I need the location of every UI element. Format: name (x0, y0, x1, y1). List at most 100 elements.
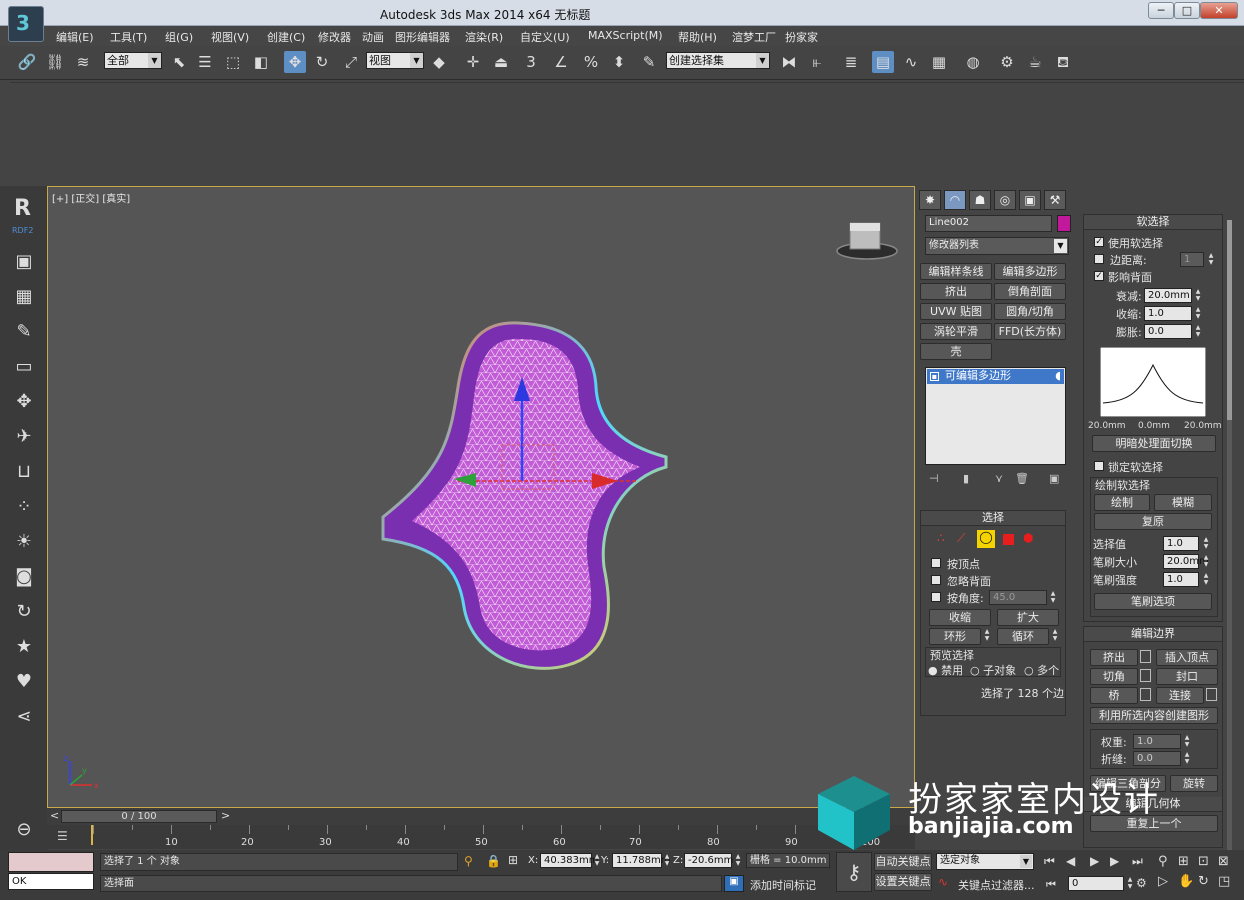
select-object-icon[interactable]: ⬉ (168, 51, 190, 73)
layer-manager-icon[interactable]: ≣ (840, 51, 862, 73)
pivot-icon[interactable]: ◆ (428, 51, 450, 73)
edit-named-selection-icon[interactable]: ✎ (638, 51, 660, 73)
connect-settings-icon[interactable] (1206, 688, 1217, 701)
tab-hierarchy[interactable]: ☗ (969, 190, 991, 210)
maxscript-listener-output[interactable]: OK (8, 873, 94, 890)
bridge-settings-icon[interactable] (1140, 688, 1151, 701)
plane-icon[interactable]: ✈ (12, 425, 36, 449)
extrude-button[interactable]: 挤出 (1090, 649, 1138, 666)
mini-curve-editor-icon[interactable]: ☰ (57, 829, 77, 843)
y-coordinate-field[interactable]: 11.788mm (612, 853, 670, 868)
modifier-shell-button[interactable]: 壳 (920, 343, 992, 360)
angle-snap-icon[interactable]: ∠ (550, 51, 572, 73)
affect-backfacing-checkbox[interactable]: ✓ (1094, 271, 1104, 281)
time-tag-icon[interactable]: ▣ (724, 875, 744, 892)
preview-multi-radio[interactable]: ○ 多个 (1024, 662, 1059, 678)
brush-options-button[interactable]: 笔刷选项 (1094, 593, 1212, 610)
zoom-extents-all-icon[interactable]: ⊠ (1218, 854, 1229, 869)
angle-field[interactable]: 45.0 (989, 590, 1047, 605)
current-frame-field[interactable]: 0 (1068, 876, 1124, 891)
stack-item-editable-poly[interactable]: ▪ 可编辑多边形 ◖ (927, 369, 1064, 384)
menu-help[interactable]: 帮助(H) (678, 29, 717, 45)
previous-frame-icon[interactable]: ◀ (1066, 854, 1075, 868)
menu-animation[interactable]: 动画 (362, 29, 384, 45)
menu-tools[interactable]: 工具(T) (110, 29, 147, 45)
panel-scrollbar[interactable] (1227, 220, 1232, 850)
next-frame-icon[interactable]: ▶ (1110, 854, 1119, 868)
align-icon[interactable]: ⫦ (806, 51, 828, 73)
paint-button[interactable]: 绘制 (1094, 494, 1150, 511)
angle-spinner[interactable]: ▲ ▼ (1049, 590, 1057, 605)
zoom-extents-icon[interactable]: ⊡ (1198, 854, 1209, 869)
border-mode-icon[interactable]: ◯ (977, 530, 995, 548)
bubble-spinner[interactable]: ▲ ▼ (1194, 324, 1202, 339)
isolate-icon[interactable]: ⚲ (464, 854, 473, 868)
go-to-end-icon[interactable]: ⏭ (1132, 854, 1143, 869)
preview-disabled-radio[interactable]: ● 禁用 (928, 662, 963, 678)
crease-field[interactable]: 0.0 (1133, 751, 1181, 766)
menu-banjiajia[interactable]: 扮家家 (785, 29, 818, 45)
track-bar[interactable]: ☰ 10 20 30 40 50 60 70 80 90 100 (47, 825, 915, 849)
sel-value-spinner[interactable]: ▲ ▼ (1202, 536, 1210, 551)
next-frame-button[interactable]: > (221, 809, 230, 822)
pinch-field[interactable]: 1.0 (1144, 306, 1192, 321)
panel-scrollbar-thumb[interactable] (1227, 220, 1232, 420)
show-end-result-icon[interactable]: ▮ (963, 472, 969, 485)
keyboard-shortcut-icon[interactable]: ⏏ (490, 51, 512, 73)
grow-button[interactable]: 扩大 (997, 609, 1059, 626)
insert-vertex-button[interactable]: 插入顶点 (1156, 649, 1218, 666)
weight-spinner[interactable]: ▲ ▼ (1183, 734, 1191, 749)
brush-strength-field[interactable]: 1.0 (1163, 572, 1199, 587)
schematic-view-icon[interactable]: ▦ (928, 51, 950, 73)
sun-icon[interactable]: ☀ (12, 530, 36, 554)
edit-icon[interactable]: ✎ (12, 320, 36, 344)
falloff-spinner[interactable]: ▲ ▼ (1194, 288, 1202, 303)
sel-value-field[interactable]: 1.0 (1163, 536, 1199, 551)
lock-soft-checkbox[interactable] (1094, 461, 1104, 471)
modifier-extrude-button[interactable]: 挤出 (920, 283, 992, 300)
x-coordinate-field[interactable]: 40.383mm (540, 853, 598, 868)
window-crossing-icon[interactable]: ◧ (250, 51, 272, 73)
edge-distance-spinner[interactable]: ▲ ▼ (1207, 252, 1215, 267)
edge-mode-icon[interactable]: ⟋ (957, 531, 965, 546)
menu-graph-editors[interactable]: 图形编辑器 (395, 29, 450, 45)
go-to-start-icon[interactable]: ⏮ (1044, 854, 1055, 869)
menu-modifiers[interactable]: 修改器 (318, 29, 351, 45)
absolute-mode-icon[interactable]: ⊞ (508, 853, 518, 867)
loop-button[interactable]: 循环 (997, 628, 1049, 645)
cap-button[interactable]: 封口 (1156, 668, 1218, 685)
modifier-edit-poly-button[interactable]: 编辑多边形 (994, 263, 1066, 280)
select-by-name-icon[interactable]: ☰ (194, 51, 216, 73)
ignore-backfacing-checkbox[interactable] (931, 575, 941, 585)
rotate-button[interactable]: 旋转 (1170, 775, 1218, 792)
heart-icon[interactable]: ♥ (12, 670, 36, 694)
maximize-button[interactable]: □ (1174, 2, 1200, 19)
back-icon[interactable]: ⊖ (12, 818, 36, 842)
snap-toggle-icon[interactable]: 3 (520, 51, 542, 73)
viewport-front[interactable]: [+] [正交] [真实] x z y (47, 186, 915, 808)
zoom-icon[interactable]: ⚲ (1158, 854, 1168, 869)
tab-display[interactable]: ▣ (1019, 190, 1041, 210)
ring-button[interactable]: 环形 (929, 628, 981, 645)
selection-rollout-header[interactable]: 选择 (921, 511, 1065, 526)
expand-icon[interactable]: ▪ (930, 372, 939, 381)
percent-snap-icon[interactable]: % (580, 51, 602, 73)
field-of-view-icon[interactable]: ▷ (1158, 874, 1168, 889)
link-icon[interactable]: 🔗 (16, 51, 38, 73)
pinch-spinner[interactable]: ▲ ▼ (1194, 306, 1202, 321)
menu-rendering[interactable]: 渲染(R) (465, 29, 503, 45)
selection-filter-dropdown[interactable]: 全部 ▼ (104, 52, 162, 69)
polygon-mode-icon[interactable] (1003, 534, 1014, 545)
y-spinner[interactable]: ▲ ▼ (663, 853, 671, 868)
create-shape-button[interactable]: 利用所选内容创建图形 (1090, 707, 1218, 724)
minimize-button[interactable]: ─ (1148, 2, 1174, 19)
unlink-icon[interactable]: ⛓ (44, 51, 66, 73)
by-vertex-checkbox[interactable] (931, 558, 941, 568)
ref-coord-dropdown[interactable]: 视图 ▼ (366, 52, 424, 69)
viewport-label[interactable]: [+] [正交] [真实] (52, 190, 130, 205)
select-move-icon[interactable]: ✥ (284, 51, 306, 73)
menu-customize[interactable]: 自定义(U) (520, 29, 570, 45)
named-selection-dropdown[interactable]: 创建选择集 ▼ (666, 52, 770, 69)
pan-icon[interactable]: ✋ (1178, 874, 1194, 889)
z-spinner[interactable]: ▲ ▼ (734, 853, 742, 868)
